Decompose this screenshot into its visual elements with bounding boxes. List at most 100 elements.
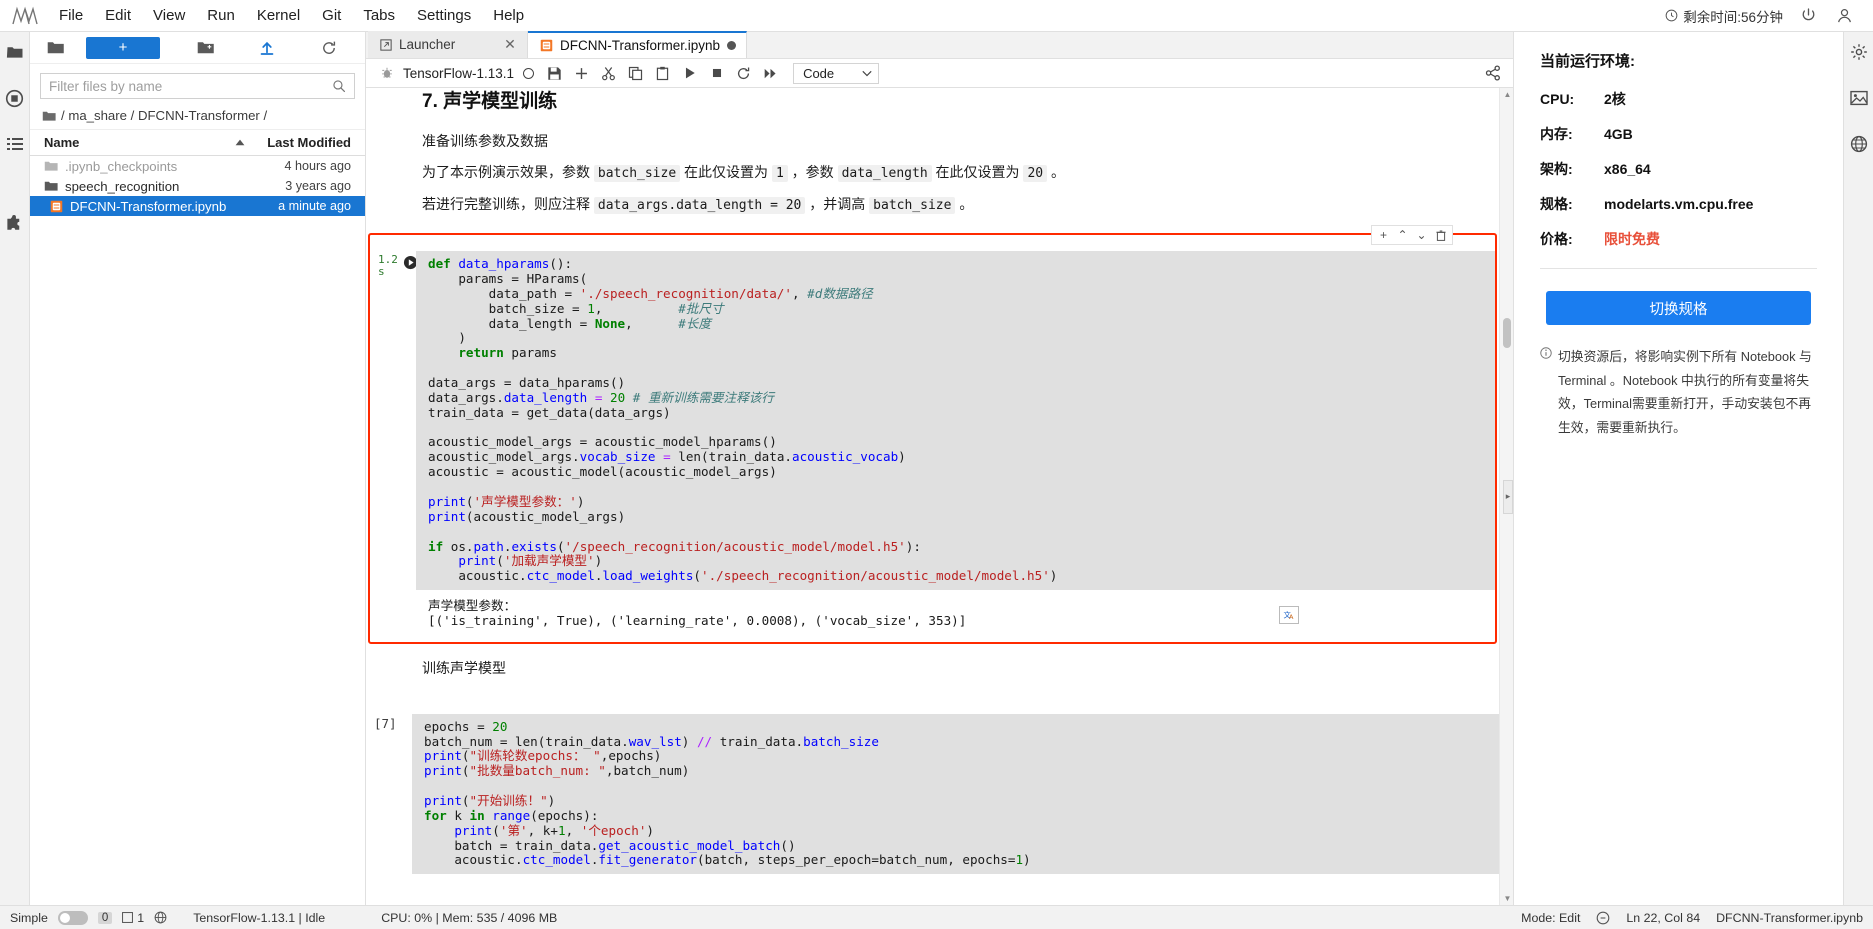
column-header-modified[interactable]: Last Modified	[245, 135, 357, 150]
restart-kernel-icon[interactable]	[731, 62, 756, 84]
menu-edit[interactable]: Edit	[94, 3, 142, 28]
edit-mode-label[interactable]: Mode: Edit	[1521, 911, 1580, 925]
scrollbar-thumb[interactable]	[1503, 318, 1511, 348]
code-token: (	[465, 493, 474, 509]
breadcrumb[interactable]: / ma_share / DFCNN-Transformer /	[30, 103, 365, 130]
jupyterlab-logo-icon	[10, 5, 40, 27]
terminal-count[interactable]: 0	[97, 911, 113, 924]
env-key: 内存:	[1540, 126, 1573, 142]
menubar-right-group: 剩余时间:56分钟	[1665, 5, 1863, 27]
code-token: 1	[557, 822, 566, 838]
menu-run[interactable]: Run	[196, 3, 246, 28]
restart-and-run-all-icon[interactable]	[758, 62, 783, 84]
code-token: print	[424, 763, 462, 779]
markdown-cell[interactable]: 7. 声学模型训练 准备训练参数及数据 为了本示例演示效果，参数 batch_s…	[366, 88, 1499, 225]
commands-icon[interactable]	[3, 132, 27, 156]
cut-icon[interactable]	[596, 62, 621, 84]
switch-flavor-button[interactable]: 切换规格	[1546, 291, 1811, 325]
folder-icon[interactable]	[3, 40, 27, 64]
code-token: ctc_model	[522, 852, 591, 868]
env-value: 2核	[1604, 91, 1626, 107]
menu-git[interactable]: Git	[311, 3, 352, 28]
kernel-count[interactable]: 1	[122, 911, 144, 925]
folder-icon	[44, 180, 58, 192]
collapse-right-panel-handle[interactable]: ▸	[1503, 479, 1513, 514]
code-token: epochs =	[424, 718, 493, 734]
sort-asc-icon[interactable]	[117, 139, 245, 146]
code-token: '/speech_recognition/acoustic_model/mode…	[564, 538, 906, 554]
scroll-up-icon[interactable]: ▲	[1503, 90, 1512, 99]
move-up-icon[interactable]: ⌃	[1394, 227, 1411, 244]
kernel-icon[interactable]	[374, 62, 399, 84]
list-item[interactable]: .ipynb_checkpoints 4 hours ago	[30, 156, 365, 176]
tab-launcher[interactable]: Launcher ✕	[368, 31, 528, 58]
globe-icon[interactable]	[154, 911, 167, 924]
simple-mode-toggle[interactable]	[57, 910, 88, 925]
folder-icon[interactable]	[38, 36, 72, 60]
notification-icon[interactable]	[1596, 911, 1610, 925]
markdown-cell-2[interactable]: 训练声学模型	[366, 650, 1499, 689]
code-editor-2[interactable]: epochs = 20 batch_num = len(train_data.wa…	[412, 713, 1499, 875]
new-folder-icon[interactable]	[188, 36, 222, 60]
cursor-position-label[interactable]: Ln 22, Col 84	[1626, 911, 1700, 925]
kernel-name-label[interactable]: TensorFlow-1.13.1	[401, 66, 519, 81]
list-item[interactable]: DFCNN-Transformer.ipynb a minute ago	[30, 196, 365, 216]
menu-kernel[interactable]: Kernel	[246, 3, 311, 28]
code-token: "开始训练！"	[469, 792, 548, 808]
stop-icon[interactable]	[704, 62, 729, 84]
code-cell-next[interactable]: [7] epochs = 20 batch_num = len(train_dat…	[366, 690, 1499, 875]
filter-files-input[interactable]	[49, 78, 332, 94]
unsaved-indicator-icon[interactable]	[727, 41, 737, 50]
share-icon[interactable]	[1485, 65, 1505, 81]
tab-notebook[interactable]: DFCNN-Transformer.ipynb	[528, 31, 748, 58]
file-list: .ipynb_checkpoints 4 hours ago speech_re…	[30, 156, 365, 905]
code-token: (	[556, 538, 565, 554]
menu-tabs[interactable]: Tabs	[352, 3, 406, 28]
running-terminals-icon[interactable]	[3, 86, 27, 110]
add-cell-icon[interactable]	[569, 62, 594, 84]
cell-type-select[interactable]: Code	[793, 62, 880, 84]
power-icon[interactable]	[1797, 5, 1819, 27]
image-icon[interactable]	[1847, 86, 1871, 110]
menu-settings[interactable]: Settings	[406, 3, 482, 28]
code-token: 1	[1015, 852, 1024, 868]
extensions-icon[interactable]	[3, 212, 27, 236]
code-line: epochs = 20	[424, 718, 1489, 735]
svg-text:A: A	[1289, 613, 1294, 621]
new-launcher-button[interactable]: +	[86, 36, 160, 59]
list-item[interactable]: speech_recognition 3 years ago	[30, 176, 365, 196]
delete-icon[interactable]	[1432, 227, 1449, 244]
globe-icon[interactable]	[1847, 132, 1871, 156]
kernel-status-idle-icon[interactable]	[523, 67, 535, 79]
env-key: 规格:	[1540, 196, 1573, 212]
close-icon[interactable]: ✕	[503, 36, 517, 53]
code-token: load_weights	[602, 568, 694, 584]
refresh-icon[interactable]	[312, 36, 346, 60]
copy-icon[interactable]	[623, 62, 648, 84]
selected-code-cell[interactable]: + ⌃ ⌄ 1.2 s def data_hparams(): params =…	[368, 225, 1497, 645]
code-token: 1	[587, 300, 595, 316]
menu-help[interactable]: Help	[482, 3, 535, 28]
filter-files-input-wrap[interactable]	[40, 73, 355, 99]
upload-icon[interactable]	[250, 36, 284, 60]
tab-label: Launcher	[399, 37, 456, 52]
menu-view[interactable]: View	[142, 3, 196, 28]
kernel-status-label[interactable]: TensorFlow-1.13.1 | Idle	[193, 911, 325, 925]
menu-file[interactable]: File	[48, 3, 94, 28]
save-icon[interactable]	[542, 62, 567, 84]
user-icon[interactable]	[1833, 5, 1855, 27]
code-token: #批尺寸	[678, 300, 724, 316]
translate-icon[interactable]: 文A	[1279, 606, 1299, 625]
move-down-icon[interactable]: ⌄	[1413, 227, 1430, 244]
run-icon[interactable]	[677, 62, 702, 84]
code-editor[interactable]: def data_hparams(): params = HParams( da…	[416, 251, 1495, 591]
paste-icon[interactable]	[650, 62, 675, 84]
column-header-name[interactable]: Name	[44, 135, 117, 150]
file-browser-toolbar: +	[30, 32, 365, 64]
property-inspector-icon[interactable]	[1847, 40, 1871, 64]
chevron-down-icon	[862, 70, 872, 77]
code-line: print("开始训练！")	[424, 792, 1489, 809]
duplicate-icon[interactable]: +	[1375, 227, 1392, 244]
scroll-down-icon[interactable]: ▼	[1503, 894, 1512, 903]
